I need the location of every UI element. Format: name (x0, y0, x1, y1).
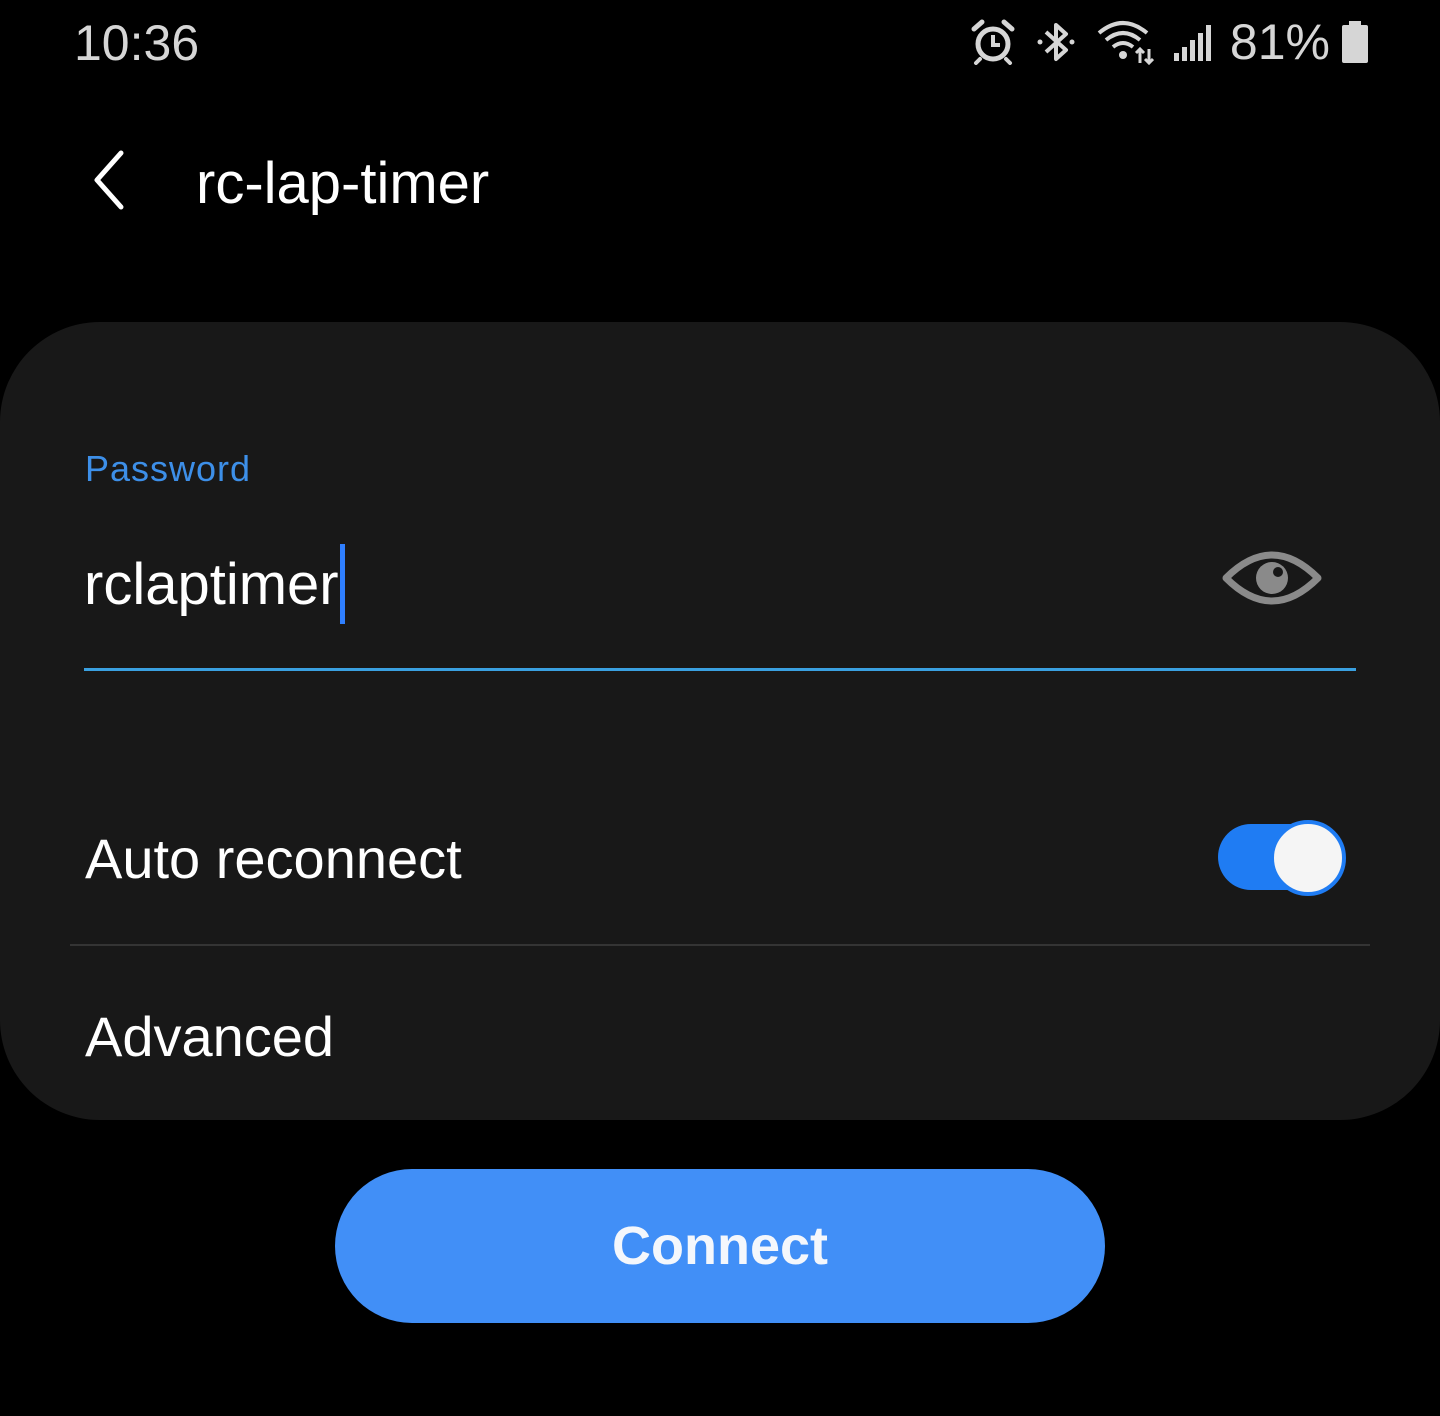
chevron-left-icon (94, 150, 124, 210)
divider (70, 944, 1370, 946)
toggle-knob (1270, 820, 1346, 896)
bluetooth-icon (1034, 19, 1078, 65)
status-icons: 81% (970, 12, 1370, 72)
signal-icon (1172, 19, 1212, 65)
app-header: rc-lap-timer (0, 120, 1440, 250)
advanced-label: Advanced (85, 1005, 335, 1068)
wifi-icon (1096, 19, 1154, 65)
auto-reconnect-label: Auto reconnect (85, 827, 462, 890)
password-input[interactable]: rclaptimer (84, 544, 345, 624)
battery-icon (1340, 19, 1370, 65)
password-label: Password (85, 448, 252, 489)
battery-percent: 81% (1229, 14, 1330, 70)
auto-reconnect-toggle[interactable] (1218, 820, 1346, 896)
status-bar: 10:36 81% (0, 0, 1440, 90)
field-underline (84, 668, 1356, 671)
page-title: rc-lap-timer (196, 151, 490, 216)
back-button[interactable] (70, 140, 150, 220)
text-caret (339, 544, 345, 624)
connect-button[interactable]: Connect (335, 1169, 1105, 1323)
show-password-button[interactable] (1222, 546, 1322, 610)
eye-icon (1222, 551, 1322, 605)
network-settings-card: Password rclaptimer Auto reconnect Advan… (0, 322, 1440, 1120)
password-value: rclaptimer (84, 551, 339, 617)
connect-label: Connect (612, 1216, 828, 1276)
auto-reconnect-row[interactable]: Auto reconnect (0, 802, 1440, 942)
advanced-row[interactable]: Advanced (0, 962, 1440, 1112)
password-field[interactable]: rclaptimer (84, 522, 1356, 672)
alarm-icon (970, 19, 1016, 65)
status-time: 10:36 (74, 15, 200, 71)
